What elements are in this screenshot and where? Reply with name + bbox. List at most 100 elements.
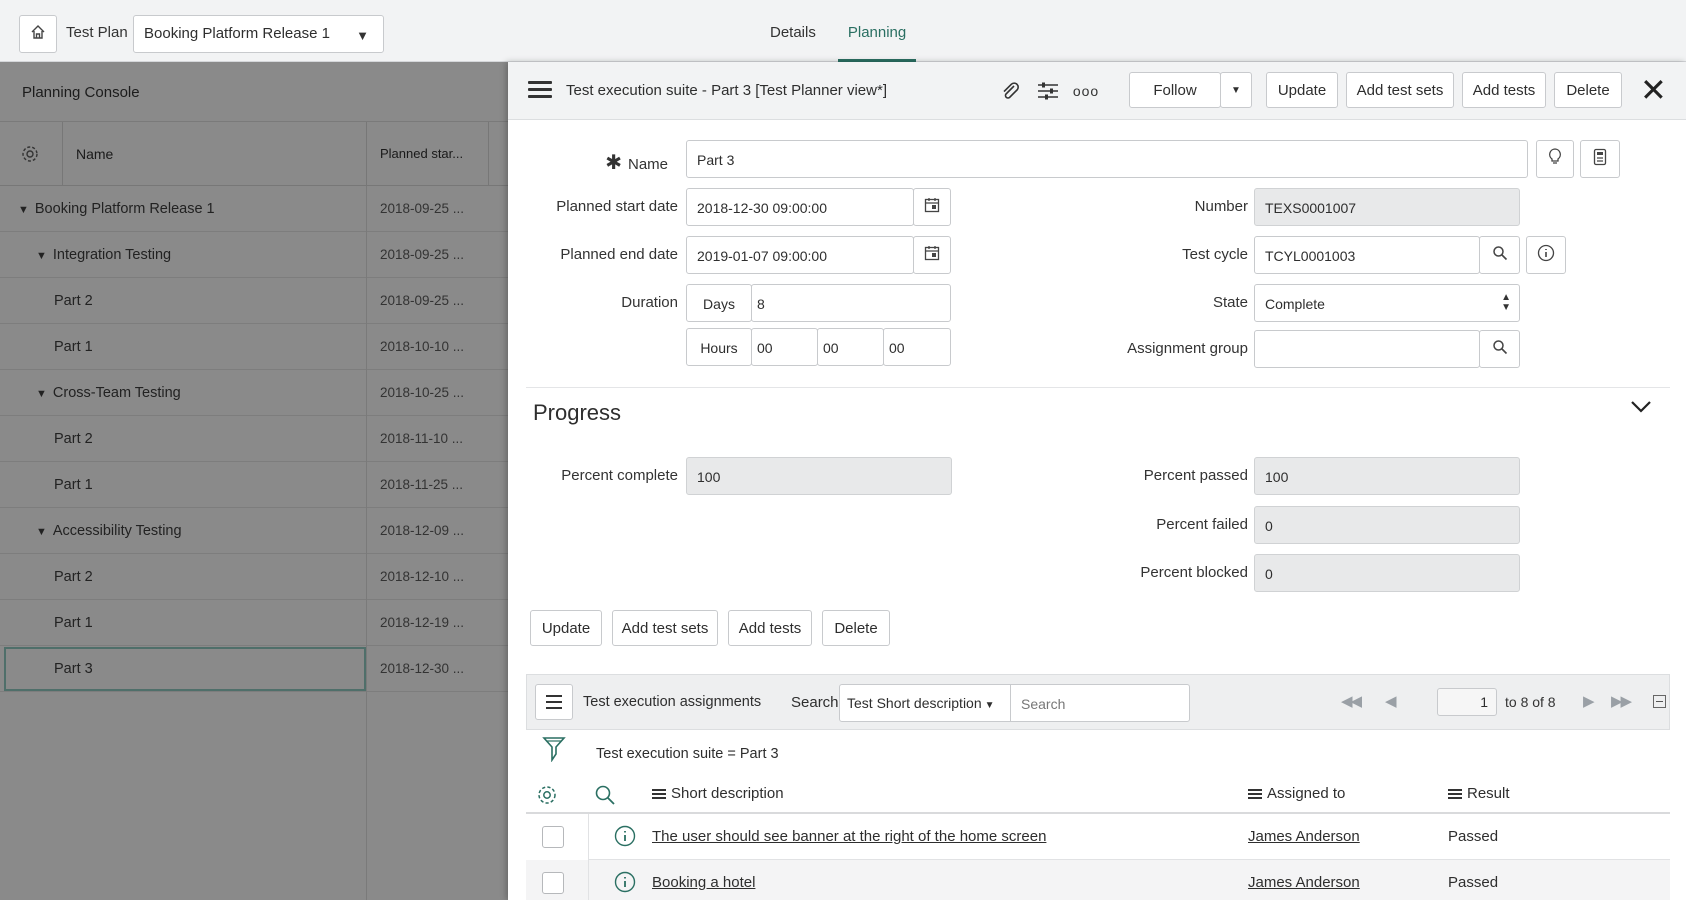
seconds-field[interactable]: 00 — [883, 328, 951, 366]
triangle-down-icon[interactable]: ▼ — [36, 388, 47, 400]
test-plan-value: Booking Platform Release 1 — [144, 25, 330, 42]
tree-row[interactable]: Part 2 2018-11-10 ... — [0, 416, 508, 462]
paperclip-icon[interactable] — [998, 79, 1022, 103]
tree-row[interactable]: ▼ Booking Platform Release 1 2018-09-25 .… — [0, 186, 508, 232]
select-arrows-icon: ▲ ▼ — [1501, 292, 1511, 313]
tree-row[interactable]: Part 1 2018-10-10 ... — [0, 324, 508, 370]
tree-row[interactable]: Part 2 2018-09-25 ... — [0, 278, 508, 324]
state-select[interactable]: Complete ▲ ▼ — [1254, 284, 1520, 322]
assignment-group-field[interactable] — [1254, 330, 1480, 368]
add-test-sets-button[interactable]: Add test sets — [1346, 72, 1454, 108]
column-header-name[interactable]: Name — [76, 146, 113, 162]
percent-passed-label: Percent passed — [1143, 467, 1248, 484]
close-icon[interactable]: ✕ — [1640, 74, 1667, 106]
more-options-icon[interactable]: ooo — [1073, 79, 1098, 103]
tree-row-start: 2018-10-25 ... — [380, 385, 465, 400]
short-description-link[interactable]: The user should see banner at the right … — [652, 828, 1046, 845]
tree-row-name: Cross-Team Testing — [52, 385, 181, 401]
tree-row-start: 2018-09-25 ... — [380, 293, 465, 308]
last-page-icon[interactable]: ▶▶ — [1611, 692, 1632, 710]
row-checkbox[interactable] — [542, 826, 564, 848]
column-header-planned-start[interactable]: Planned star... — [380, 146, 463, 161]
search-icon[interactable] — [594, 784, 616, 810]
tree-row-start: 2018-11-10 ... — [380, 431, 464, 446]
first-page-icon[interactable]: ◀◀ — [1341, 692, 1362, 710]
triangle-down-icon[interactable]: ▼ — [36, 250, 47, 262]
tree-row[interactable]: Part 1 2018-12-19 ... — [0, 600, 508, 646]
short-description-link[interactable]: Booking a hotel — [652, 874, 755, 891]
filter-icon[interactable] — [542, 736, 566, 766]
caret-down-icon: ▼ — [1231, 84, 1241, 96]
minutes-field[interactable]: 00 — [817, 328, 884, 366]
search-field-select[interactable]: Test Short description ▼ — [839, 684, 1011, 722]
home-button[interactable] — [19, 15, 57, 53]
follow-button[interactable]: Follow — [1129, 72, 1221, 108]
tree-row-name: Part 2 — [54, 293, 93, 309]
menu-icon[interactable] — [528, 81, 552, 99]
delete-button-bottom[interactable]: Delete — [822, 610, 890, 646]
planned-start-field[interactable]: 2018-12-30 09:00:00 — [686, 188, 914, 226]
gear-icon[interactable] — [536, 784, 558, 810]
number-field: TEXS0001007 — [1254, 188, 1520, 226]
filter-condition[interactable]: Test execution suite = Part 3 — [596, 746, 779, 762]
assignment-group-lookup-button[interactable] — [1479, 330, 1520, 368]
info-icon[interactable] — [614, 871, 636, 897]
tree-row[interactable]: Part 2 2018-12-10 ... — [0, 554, 508, 600]
name-label: ✱ Name — [605, 152, 668, 174]
suggestion-button[interactable] — [1536, 140, 1574, 178]
update-button[interactable]: Update — [1266, 72, 1338, 108]
info-icon[interactable] — [614, 825, 636, 851]
tab-planning[interactable]: Planning — [837, 0, 917, 62]
update-button-bottom[interactable]: Update — [530, 610, 602, 646]
hours-field[interactable]: 00 — [751, 328, 818, 366]
triangle-down-icon[interactable]: ▼ — [36, 526, 47, 538]
tree-row[interactable]: ▼ Accessibility Testing 2018-12-09 ... — [0, 508, 508, 554]
delete-button[interactable]: Delete — [1554, 72, 1622, 108]
name-field[interactable]: Part 3 — [686, 140, 1528, 178]
add-tests-button-bottom[interactable]: Add tests — [728, 610, 812, 646]
planned-end-field[interactable]: 2019-01-07 09:00:00 — [686, 236, 914, 274]
calendar-button[interactable] — [913, 188, 951, 226]
column-menu-icon[interactable] — [1448, 787, 1462, 801]
days-field[interactable]: 8 — [751, 284, 951, 322]
row-checkbox[interactable] — [542, 872, 564, 894]
column-header-assigned-to[interactable]: Assigned to — [1248, 785, 1345, 802]
column-menu-icon[interactable] — [652, 787, 666, 801]
chevron-down-icon[interactable] — [1630, 400, 1652, 418]
table-row[interactable]: The user should see banner at the right … — [526, 814, 1670, 860]
collapse-list-icon[interactable] — [1653, 695, 1666, 708]
gear-icon[interactable] — [20, 144, 40, 168]
column-menu-icon[interactable] — [1248, 787, 1262, 801]
assigned-to-link[interactable]: James Anderson — [1248, 874, 1360, 891]
tree-row[interactable]: ▼ Integration Testing 2018-09-25 ... — [0, 232, 508, 278]
previous-page-icon[interactable]: ◀ — [1385, 692, 1396, 710]
tab-bar: Details Planning — [760, 0, 928, 62]
next-page-icon[interactable]: ▶ — [1583, 692, 1594, 710]
tree-row[interactable]: ▼ Cross-Team Testing 2018-10-25 ... — [0, 370, 508, 416]
table-row[interactable]: Booking a hotel James Anderson Passed — [526, 860, 1670, 900]
add-test-sets-button-bottom[interactable]: Add test sets — [612, 610, 718, 646]
column-header-result[interactable]: Result — [1448, 785, 1510, 802]
tab-details[interactable]: Details — [760, 0, 826, 62]
tree-row[interactable]: Part 1 2018-11-25 ... — [0, 462, 508, 508]
sliders-icon[interactable] — [1036, 79, 1060, 103]
tree-row-selected[interactable]: Part 3 2018-12-30 ... — [0, 646, 508, 692]
page-number-input[interactable]: 1 — [1437, 688, 1497, 716]
assigned-to-link[interactable]: James Anderson — [1248, 828, 1360, 845]
calendar-button[interactable] — [913, 236, 951, 274]
list-menu-button[interactable] — [535, 684, 573, 720]
test-plan-select[interactable]: Booking Platform Release 1 ▼ — [133, 15, 384, 53]
search-input[interactable]: Search — [1010, 684, 1190, 722]
test-cycle-info-button[interactable] — [1526, 236, 1566, 274]
state-label: State — [1212, 294, 1248, 311]
duration-label: Duration — [621, 294, 678, 311]
section-divider — [526, 387, 1670, 388]
test-cycle-field[interactable]: TCYL0001003 — [1254, 236, 1480, 274]
search-icon — [1492, 245, 1508, 265]
follow-dropdown-button[interactable]: ▼ — [1220, 72, 1252, 108]
add-tests-button[interactable]: Add tests — [1462, 72, 1546, 108]
calculator-button[interactable] — [1580, 140, 1620, 178]
column-header-short-description[interactable]: Short description — [652, 785, 784, 802]
test-cycle-lookup-button[interactable] — [1479, 236, 1520, 274]
triangle-down-icon[interactable]: ▼ — [18, 204, 29, 216]
